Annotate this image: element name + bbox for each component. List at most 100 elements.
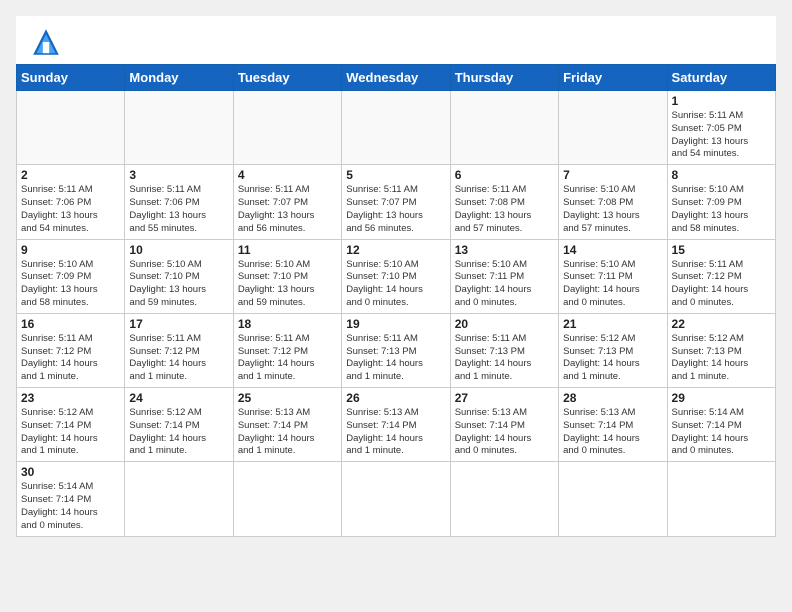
day-number: 6 [455,168,554,182]
day-number: 10 [129,243,228,257]
calendar-cell: 25 Sunrise: 5:13 AM Sunset: 7:14 PM Dayli… [233,388,341,462]
day-info: Sunrise: 5:12 AM Sunset: 7:14 PM Dayligh… [21,407,120,458]
day-info: Sunrise: 5:10 AM Sunset: 7:10 PM Dayligh… [238,259,337,310]
calendar-cell: 10 Sunrise: 5:10 AM Sunset: 7:10 PM Dayli… [125,239,233,313]
calendar-cell: 6 Sunrise: 5:11 AM Sunset: 7:08 PM Daylig… [450,165,558,239]
calendar-cell: 1Sunrise: 5:11 AM Sunset: 7:05 PM Daylig… [667,91,775,165]
calendar-cell: 4 Sunrise: 5:11 AM Sunset: 7:07 PM Daylig… [233,165,341,239]
day-number: 5 [346,168,445,182]
calendar-cell: 17 Sunrise: 5:11 AM Sunset: 7:12 PM Dayli… [125,313,233,387]
day-number: 27 [455,391,554,405]
day-info: Sunrise: 5:10 AM Sunset: 7:08 PM Dayligh… [563,184,662,235]
day-number: 25 [238,391,337,405]
day-info: Sunrise: 5:10 AM Sunset: 7:09 PM Dayligh… [21,259,120,310]
day-info: Sunrise: 5:11 AM Sunset: 7:06 PM Dayligh… [129,184,228,235]
day-number: 13 [455,243,554,257]
day-info: Sunrise: 5:11 AM Sunset: 7:13 PM Dayligh… [346,333,445,384]
day-info: Sunrise: 5:10 AM Sunset: 7:10 PM Dayligh… [129,259,228,310]
day-number: 4 [238,168,337,182]
page-header [16,16,776,64]
calendar-cell: 30Sunrise: 5:14 AM Sunset: 7:14 PM Dayli… [17,462,125,536]
day-info: Sunrise: 5:11 AM Sunset: 7:12 PM Dayligh… [129,333,228,384]
calendar-cell: 21 Sunrise: 5:12 AM Sunset: 7:13 PM Dayli… [559,313,667,387]
day-number: 8 [672,168,771,182]
day-info: Sunrise: 5:12 AM Sunset: 7:14 PM Dayligh… [129,407,228,458]
day-number: 7 [563,168,662,182]
day-number: 17 [129,317,228,331]
day-info: Sunrise: 5:13 AM Sunset: 7:14 PM Dayligh… [455,407,554,458]
calendar-cell: 3 Sunrise: 5:11 AM Sunset: 7:06 PM Daylig… [125,165,233,239]
day-info: Sunrise: 5:11 AM Sunset: 7:12 PM Dayligh… [238,333,337,384]
day-number: 20 [455,317,554,331]
calendar-cell: 2Sunrise: 5:11 AM Sunset: 7:06 PM Daylig… [17,165,125,239]
logo [30,26,66,58]
calendar-row: 30Sunrise: 5:14 AM Sunset: 7:14 PM Dayli… [17,462,776,536]
calendar-cell [342,462,450,536]
calendar-cell: 9Sunrise: 5:10 AM Sunset: 7:09 PM Daylig… [17,239,125,313]
calendar-cell: 22 Sunrise: 5:12 AM Sunset: 7:13 PM Dayli… [667,313,775,387]
day-info: Sunrise: 5:13 AM Sunset: 7:14 PM Dayligh… [346,407,445,458]
calendar-cell: 26 Sunrise: 5:13 AM Sunset: 7:14 PM Dayli… [342,388,450,462]
calendar-cell: 16Sunrise: 5:11 AM Sunset: 7:12 PM Dayli… [17,313,125,387]
day-info: Sunrise: 5:13 AM Sunset: 7:14 PM Dayligh… [563,407,662,458]
day-number: 28 [563,391,662,405]
calendar-cell: 7 Sunrise: 5:10 AM Sunset: 7:08 PM Daylig… [559,165,667,239]
calendar-page: SundayMondayTuesdayWednesdayThursdayFrid… [16,16,776,537]
calendar-cell: 8 Sunrise: 5:10 AM Sunset: 7:09 PM Daylig… [667,165,775,239]
calendar-cell: 13 Sunrise: 5:10 AM Sunset: 7:11 PM Dayli… [450,239,558,313]
day-number: 26 [346,391,445,405]
day-info: Sunrise: 5:11 AM Sunset: 7:13 PM Dayligh… [455,333,554,384]
calendar-cell: 29 Sunrise: 5:14 AM Sunset: 7:14 PM Dayli… [667,388,775,462]
day-number: 29 [672,391,771,405]
calendar-cell [559,91,667,165]
day-number: 23 [21,391,120,405]
day-info: Sunrise: 5:10 AM Sunset: 7:09 PM Dayligh… [672,184,771,235]
calendar-cell: 20 Sunrise: 5:11 AM Sunset: 7:13 PM Dayli… [450,313,558,387]
calendar-cell [559,462,667,536]
day-info: Sunrise: 5:11 AM Sunset: 7:07 PM Dayligh… [346,184,445,235]
day-info: Sunrise: 5:11 AM Sunset: 7:12 PM Dayligh… [672,259,771,310]
day-info: Sunrise: 5:10 AM Sunset: 7:11 PM Dayligh… [455,259,554,310]
day-number: 19 [346,317,445,331]
weekday-header-monday: Monday [125,65,233,91]
weekday-header-sunday: Sunday [17,65,125,91]
calendar-cell: 23 Sunrise: 5:12 AM Sunset: 7:14 PM Dayli… [17,388,125,462]
calendar-cell [125,462,233,536]
day-number: 30 [21,465,120,479]
day-info: Sunrise: 5:14 AM Sunset: 7:14 PM Dayligh… [672,407,771,458]
day-number: 24 [129,391,228,405]
day-number: 22 [672,317,771,331]
calendar-row: 9Sunrise: 5:10 AM Sunset: 7:09 PM Daylig… [17,239,776,313]
weekday-header-row: SundayMondayTuesdayWednesdayThursdayFrid… [17,65,776,91]
day-info: Sunrise: 5:12 AM Sunset: 7:13 PM Dayligh… [672,333,771,384]
day-info: Sunrise: 5:10 AM Sunset: 7:11 PM Dayligh… [563,259,662,310]
calendar-cell [342,91,450,165]
calendar-cell: 11 Sunrise: 5:10 AM Sunset: 7:10 PM Dayli… [233,239,341,313]
calendar-cell [233,91,341,165]
day-number: 11 [238,243,337,257]
day-number: 18 [238,317,337,331]
calendar-cell [125,91,233,165]
calendar-cell: 19 Sunrise: 5:11 AM Sunset: 7:13 PM Dayli… [342,313,450,387]
calendar-cell: 12 Sunrise: 5:10 AM Sunset: 7:10 PM Dayli… [342,239,450,313]
day-number: 12 [346,243,445,257]
calendar-cell: 15Sunrise: 5:11 AM Sunset: 7:12 PM Dayli… [667,239,775,313]
day-info: Sunrise: 5:12 AM Sunset: 7:13 PM Dayligh… [563,333,662,384]
day-number: 21 [563,317,662,331]
day-info: Sunrise: 5:13 AM Sunset: 7:14 PM Dayligh… [238,407,337,458]
day-info: Sunrise: 5:11 AM Sunset: 7:12 PM Dayligh… [21,333,120,384]
day-info: Sunrise: 5:10 AM Sunset: 7:10 PM Dayligh… [346,259,445,310]
calendar-cell [450,91,558,165]
weekday-header-tuesday: Tuesday [233,65,341,91]
day-number: 3 [129,168,228,182]
day-info: Sunrise: 5:11 AM Sunset: 7:07 PM Dayligh… [238,184,337,235]
weekday-header-wednesday: Wednesday [342,65,450,91]
day-info: Sunrise: 5:11 AM Sunset: 7:05 PM Dayligh… [672,110,771,161]
weekday-header-saturday: Saturday [667,65,775,91]
day-info: Sunrise: 5:11 AM Sunset: 7:08 PM Dayligh… [455,184,554,235]
calendar-row: 23 Sunrise: 5:12 AM Sunset: 7:14 PM Dayli… [17,388,776,462]
calendar-row: 2 Sunrise: 5:11 AM Sunset: 7:06 PM Daylig… [17,165,776,239]
weekday-header-friday: Friday [559,65,667,91]
day-number: 14 [563,243,662,257]
day-number: 2 [21,168,120,182]
